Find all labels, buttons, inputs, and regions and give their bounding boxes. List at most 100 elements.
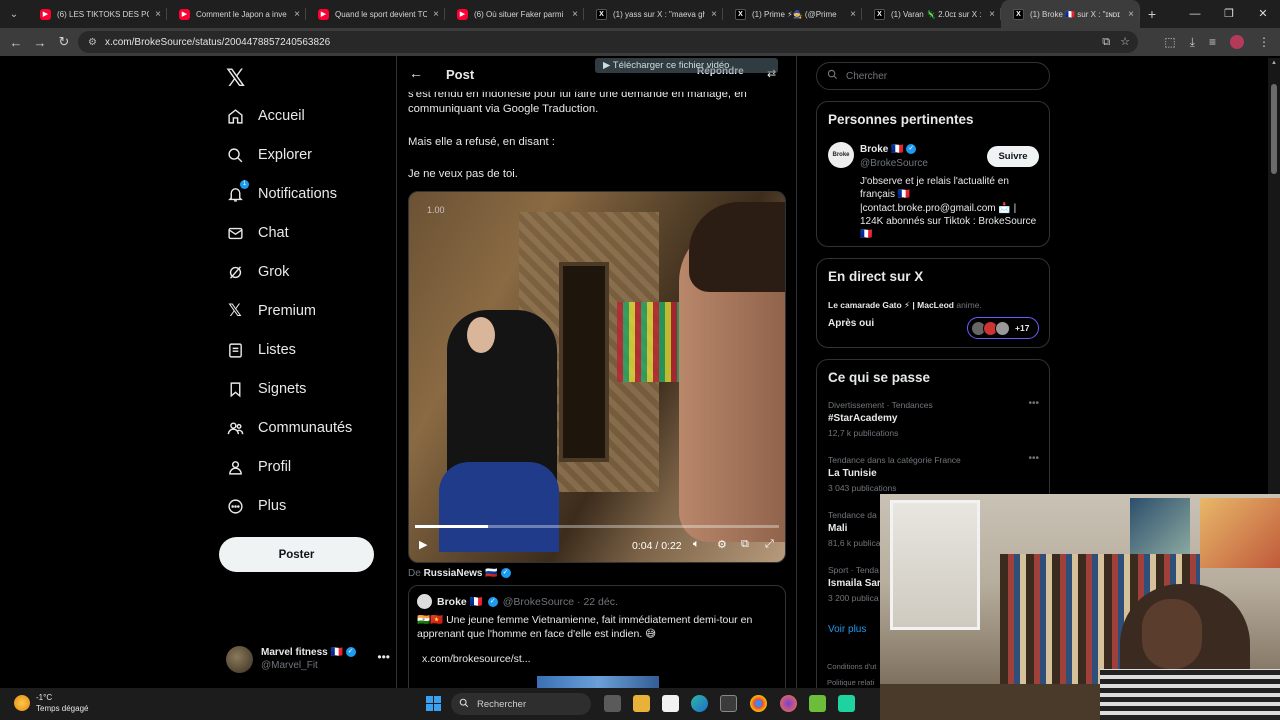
nav-item-lists[interactable]: Listes (226, 335, 296, 365)
back-icon[interactable]: ← (4, 35, 28, 50)
mail-icon (226, 224, 244, 242)
reload-icon[interactable]: ↻ (52, 34, 76, 50)
nav-item-notifications[interactable]: 1 Notifications (226, 179, 337, 209)
nav-item-grok[interactable]: Grok (226, 257, 289, 287)
source-name[interactable]: RussiaNews 🇷🇺 (424, 568, 498, 579)
scrollbar-thumb[interactable] (1271, 84, 1277, 174)
tab-title: (6) LES TIKTOKS DES POLI (57, 9, 149, 19)
close-tab-icon[interactable]: × (294, 9, 300, 20)
scroll-up-icon[interactable]: ▲ (1271, 60, 1277, 66)
nav-item-communities[interactable]: Communautés (226, 413, 352, 443)
extensions-icon[interactable]: ⬚ (1164, 35, 1175, 49)
nav-item-more[interactable]: Plus (226, 491, 286, 521)
app-icon[interactable] (838, 695, 855, 712)
avatar[interactable]: Broke (828, 142, 854, 168)
notification-badge: 1 (240, 180, 249, 189)
nav-item-home[interactable]: Accueil (226, 101, 305, 131)
user-name[interactable]: Broke 🇫🇷 ✓ (860, 144, 917, 155)
task-view-icon[interactable] (604, 695, 621, 712)
browser-tab[interactable]: ▶ (6) LES TIKTOKS DES POLI × (28, 0, 167, 28)
nav-label: Premium (258, 303, 317, 319)
browser-menu-icon[interactable]: ⋮ (1258, 35, 1270, 49)
download-icon[interactable]: ⤓ (1190, 35, 1195, 50)
nav-item-profile[interactable]: Profil (226, 452, 291, 482)
account-switcher[interactable]: Marvel fitness 🇫🇷 ✓ @Marvel_Fit ••• (226, 642, 396, 676)
tab-search-icon[interactable]: ⌄ (0, 0, 28, 28)
post-button[interactable]: Poster (219, 537, 374, 572)
fullscreen-icon[interactable]: ⤢ (765, 538, 774, 551)
bookmark-star-icon[interactable]: ☆ (1120, 31, 1130, 53)
firefox-icon[interactable] (780, 695, 797, 712)
quote-link[interactable]: x.com/brokesource/st... (422, 653, 531, 665)
minimize-icon[interactable]: — (1178, 0, 1212, 28)
search-icon (827, 69, 838, 83)
footer-link[interactable]: Conditions d'ut (827, 659, 876, 675)
follow-button[interactable]: Suivre (987, 146, 1039, 167)
youtube-icon: ▶ (40, 8, 51, 20)
live-listeners[interactable]: +17 (967, 317, 1039, 339)
play-icon[interactable]: ▶ (419, 538, 427, 551)
browser-tab-active[interactable]: X (1) Broke 🇫🇷 sur X : "ɪɴᴅɪ × (1001, 0, 1140, 28)
x-logo-icon[interactable]: 𝕏 (226, 64, 245, 93)
close-tab-icon[interactable]: × (572, 9, 578, 20)
browser-tab[interactable]: X (1) yass sur X : "maeva gh × (584, 0, 723, 28)
windows-start-icon[interactable] (426, 696, 441, 711)
more-options-icon[interactable]: ••• (1028, 398, 1039, 409)
back-arrow-icon[interactable]: ← (409, 65, 423, 81)
profile-avatar[interactable] (1230, 35, 1244, 49)
video-player[interactable]: 1.00 ▶ 0:04 / 0:22 🔈︎ ⚙ ⧉ ⤢ (408, 191, 786, 563)
site-info-icon[interactable]: ⚙ (88, 37, 97, 48)
x-icon: 𝕏 (228, 301, 242, 320)
browser-tab[interactable]: X (1) Varan 🦎 2.0cɪ sur X : × (862, 0, 1001, 28)
picture-in-picture-icon[interactable]: ⧉ (741, 538, 749, 551)
trend-item[interactable]: Divertissement · Tendances #StarAcademy … (828, 398, 1043, 438)
close-tab-icon[interactable]: × (1128, 9, 1134, 20)
restore-icon[interactable]: ❐ (1212, 0, 1246, 28)
close-tab-icon[interactable]: × (433, 9, 439, 20)
address-bar[interactable]: ⚙ x.com/BrokeSource/status/2004478857240… (78, 31, 1138, 53)
live-card: En direct sur X Le camarade Gato ⚡ | Mac… (816, 258, 1050, 348)
live-title[interactable]: Après oui (828, 318, 874, 329)
webcam-poster (1130, 498, 1190, 554)
forward-icon[interactable]: → (28, 35, 52, 50)
taskbar-search[interactable]: Rechercher (451, 693, 591, 715)
gear-icon[interactable]: ⚙ (717, 538, 727, 551)
nav-item-explore[interactable]: Explorer (226, 140, 312, 170)
close-window-icon[interactable]: ✕ (1246, 0, 1280, 28)
browser-tab[interactable]: ▶ (6) Où situer Faker parmi × (445, 0, 584, 28)
edge-icon[interactable] (691, 695, 708, 712)
reading-list-icon[interactable]: ≡ (1209, 35, 1216, 49)
show-more-link[interactable]: Voir plus (828, 624, 866, 635)
nav-item-chat[interactable]: Chat (226, 218, 289, 248)
close-tab-icon[interactable]: × (155, 9, 161, 20)
video-progress-bar[interactable] (415, 525, 779, 528)
search-input[interactable]: Chercher (816, 62, 1050, 90)
nav-item-bookmarks[interactable]: Signets (226, 374, 306, 404)
nav-item-premium[interactable]: 𝕏 Premium (226, 296, 316, 326)
trend-category: Tendance dans la catégorie France (828, 455, 961, 465)
weather-widget[interactable]: -1°C Temps dégagé (14, 692, 88, 714)
tab-title: Quand le sport devient TC (335, 9, 428, 19)
browser-tab[interactable]: ▶ Quand le sport devient TC × (306, 0, 445, 28)
store-icon[interactable] (720, 695, 737, 712)
video-frame-door (559, 262, 609, 462)
browser-tab[interactable]: X (1) Prime ⚡🧙 (@Prime × (723, 0, 862, 28)
live-host-suffix: anime. (956, 300, 982, 310)
trend-item[interactable]: Tendance dans la catégorie France La Tun… (828, 453, 1043, 493)
install-app-icon[interactable]: ⧉ (1102, 31, 1110, 53)
live-host[interactable]: Le camarade Gato ⚡ | MacLeod anime. (828, 300, 982, 311)
close-tab-icon[interactable]: × (989, 9, 995, 20)
app-icon[interactable] (809, 695, 826, 712)
browser-tab[interactable]: ▶ Comment le Japon a inve × (167, 0, 306, 28)
more-options-icon[interactable]: ••• (377, 650, 390, 664)
close-tab-icon[interactable]: × (850, 9, 856, 20)
document-icon[interactable] (662, 695, 679, 712)
new-tab-button[interactable]: + (1140, 6, 1164, 22)
volume-icon[interactable]: 🔈︎ (693, 538, 700, 551)
chrome-icon[interactable] (750, 695, 767, 712)
close-tab-icon[interactable]: × (711, 9, 717, 20)
download-video-overlay[interactable]: ▶ Télécharger ce fichier vidéo (595, 58, 778, 73)
video-progress-fill (415, 525, 488, 528)
file-explorer-icon[interactable] (633, 695, 650, 712)
more-options-icon[interactable]: ••• (1028, 453, 1039, 464)
